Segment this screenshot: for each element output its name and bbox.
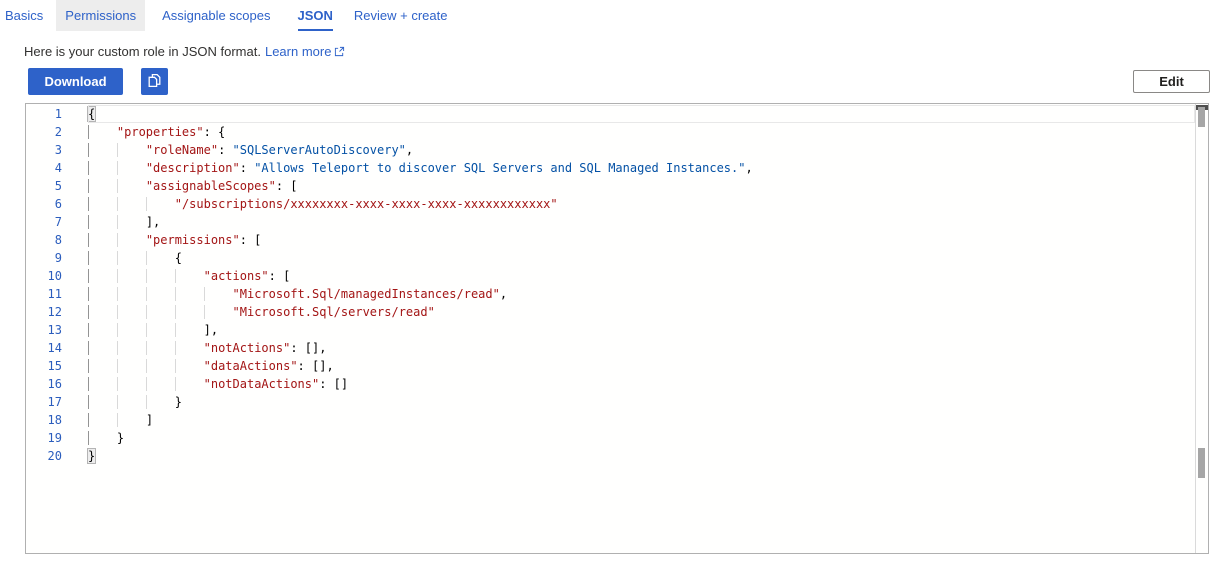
line-number: 18	[26, 411, 62, 429]
line-number: 12	[26, 303, 62, 321]
code-line-text: }	[88, 447, 95, 465]
tab-assignable-scopes[interactable]: Assignable scopes	[162, 0, 270, 31]
tab-bar: Basics Permissions Assignable scopes JSO…	[0, 0, 447, 31]
ruler-bracket-mark-top	[1198, 107, 1205, 127]
line-number: 1	[26, 105, 62, 123]
tab-basics-label: Basics	[5, 8, 43, 23]
line-number: 2	[26, 123, 62, 141]
line-number: 8	[26, 231, 62, 249]
line-number: 11	[26, 285, 62, 303]
code-line[interactable]: 4 "description": "Allows Teleport to dis…	[26, 159, 1208, 177]
learn-more-label: Learn more	[265, 44, 331, 59]
code-line[interactable]: 9 {	[26, 249, 1208, 267]
line-number: 7	[26, 213, 62, 231]
code-line[interactable]: 7 ],	[26, 213, 1208, 231]
code-line-text: ],	[88, 213, 160, 231]
code-line[interactable]: 16 "notDataActions": []	[26, 375, 1208, 393]
line-number: 3	[26, 141, 62, 159]
line-number: 4	[26, 159, 62, 177]
ruler-bracket-mark-bottom	[1198, 448, 1205, 478]
overview-ruler[interactable]	[1195, 104, 1208, 553]
code-line-text: {	[88, 105, 95, 123]
line-number: 9	[26, 249, 62, 267]
code-line-text: "actions": [	[88, 267, 290, 285]
subtitle-text: Here is your custom role in JSON format.	[24, 44, 261, 59]
code-line[interactable]: 10 "actions": [	[26, 267, 1208, 285]
code-line[interactable]: 8 "permissions": [	[26, 231, 1208, 249]
copy-button[interactable]	[141, 68, 168, 95]
code-line-text: "notActions": [],	[88, 339, 326, 357]
code-line[interactable]: 17 }	[26, 393, 1208, 411]
line-number: 6	[26, 195, 62, 213]
tab-permissions-label: Permissions	[65, 8, 136, 23]
code-line-text: }	[88, 429, 124, 447]
code-line[interactable]: 14 "notActions": [],	[26, 339, 1208, 357]
code-line-text: "/subscriptions/xxxxxxxx-xxxx-xxxx-xxxx-…	[88, 195, 558, 213]
code-line[interactable]: 18 ]	[26, 411, 1208, 429]
tab-review-create-label: Review + create	[354, 8, 448, 23]
line-number: 16	[26, 375, 62, 393]
external-link-icon	[334, 45, 345, 60]
code-line[interactable]: 20}	[26, 447, 1208, 465]
code-line[interactable]: 5 "assignableScopes": [	[26, 177, 1208, 195]
line-number: 14	[26, 339, 62, 357]
line-number: 13	[26, 321, 62, 339]
code-line[interactable]: 11 "Microsoft.Sql/managedInstances/read"…	[26, 285, 1208, 303]
code-line-text: "dataActions": [],	[88, 357, 334, 375]
code-line-text: ],	[88, 321, 218, 339]
line-number: 5	[26, 177, 62, 195]
code-line-text: "notDataActions": []	[88, 375, 348, 393]
code-lines: 1{2 "properties": {3 "roleName": "SQLSer…	[26, 104, 1208, 465]
current-line-highlight	[88, 105, 1195, 123]
code-line[interactable]: 12 "Microsoft.Sql/servers/read"	[26, 303, 1208, 321]
code-line[interactable]: 15 "dataActions": [],	[26, 357, 1208, 375]
code-line-text: ]	[88, 411, 153, 429]
json-code-editor[interactable]: 1{2 "properties": {3 "roleName": "SQLSer…	[25, 103, 1209, 554]
code-line[interactable]: 3 "roleName": "SQLServerAutoDiscovery",	[26, 141, 1208, 159]
tab-permissions[interactable]: Permissions	[56, 0, 145, 31]
code-line-text: "roleName": "SQLServerAutoDiscovery",	[88, 141, 413, 159]
line-number: 19	[26, 429, 62, 447]
code-line[interactable]: 2 "properties": {	[26, 123, 1208, 141]
code-line[interactable]: 19 }	[26, 429, 1208, 447]
code-line-text: "properties": {	[88, 123, 225, 141]
code-line[interactable]: 13 ],	[26, 321, 1208, 339]
line-number: 20	[26, 447, 62, 465]
tab-json-label: JSON	[298, 1, 333, 31]
code-line-text: }	[88, 393, 182, 411]
edit-button[interactable]: Edit	[1133, 70, 1210, 93]
download-button[interactable]: Download	[28, 68, 123, 95]
code-line[interactable]: 1{	[26, 105, 1208, 123]
tab-review-create[interactable]: Review + create	[354, 0, 448, 31]
copy-icon	[146, 72, 163, 92]
code-line-text: "description": "Allows Teleport to disco…	[88, 159, 753, 177]
code-line-text: "Microsoft.Sql/managedInstances/read",	[88, 285, 507, 303]
tab-json[interactable]: JSON	[298, 0, 333, 31]
line-number: 15	[26, 357, 62, 375]
tab-basics[interactable]: Basics	[5, 0, 43, 31]
tab-assignable-scopes-label: Assignable scopes	[162, 8, 270, 23]
code-line-text: "assignableScopes": [	[88, 177, 298, 195]
subtitle: Here is your custom role in JSON format.…	[24, 44, 345, 60]
code-line-text: "Microsoft.Sql/servers/read"	[88, 303, 435, 321]
line-number: 17	[26, 393, 62, 411]
line-number: 10	[26, 267, 62, 285]
code-line[interactable]: 6 "/subscriptions/xxxxxxxx-xxxx-xxxx-xxx…	[26, 195, 1208, 213]
code-line-text: {	[88, 249, 182, 267]
code-line-text: "permissions": [	[88, 231, 261, 249]
learn-more-link[interactable]: Learn more	[265, 44, 345, 59]
